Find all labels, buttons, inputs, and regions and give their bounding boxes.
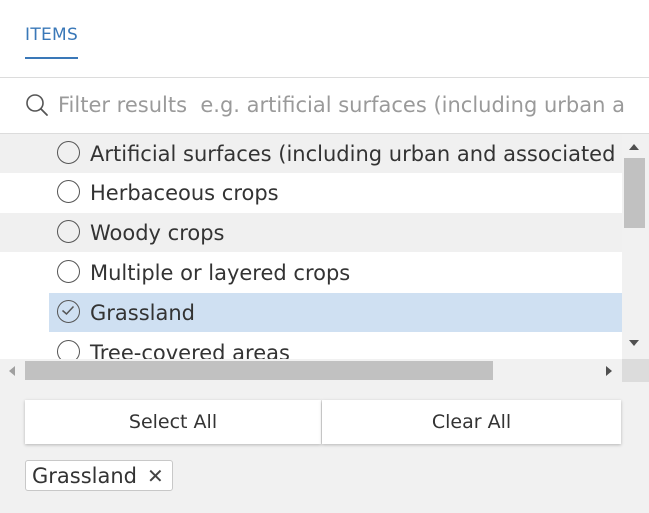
list-item[interactable]: Herbaceous crops: [0, 173, 622, 212]
list-item[interactable]: Woody crops: [0, 213, 622, 252]
item-list[interactable]: Artificial surfaces (including urban and…: [0, 134, 622, 359]
close-icon[interactable]: ✕: [147, 462, 164, 490]
list-item[interactable]: Artificial surfaces (including urban and…: [0, 134, 622, 173]
list-item[interactable]: Multiple or layered crops: [0, 253, 622, 292]
radio-button[interactable]: [57, 220, 80, 243]
list-item[interactable]: Tree-covered areas: [0, 333, 622, 359]
chip-label: Grassland: [32, 463, 137, 488]
vertical-scroll-thumb[interactable]: [624, 158, 645, 228]
list-item-selected[interactable]: Grassland: [0, 293, 622, 332]
search-input[interactable]: [58, 88, 638, 122]
tab-bar: ITEMS: [0, 0, 649, 78]
tab-items[interactable]: ITEMS: [25, 25, 79, 59]
list-item-label: Tree-covered areas: [90, 341, 290, 359]
item-list-container: Artificial surfaces (including urban and…: [0, 134, 649, 382]
scroll-up-arrow-icon[interactable]: [629, 144, 639, 150]
scroll-down-arrow-icon[interactable]: [629, 340, 639, 346]
list-item-label: Multiple or layered crops: [90, 261, 351, 285]
radio-button[interactable]: [57, 180, 80, 203]
scroll-left-arrow-icon[interactable]: [9, 366, 15, 376]
horizontal-scrollbar[interactable]: [0, 359, 622, 382]
clear-all-button[interactable]: Clear All: [322, 400, 621, 444]
vertical-scrollbar[interactable]: [622, 134, 649, 359]
scrollbar-corner: [622, 359, 649, 382]
list-item-label: Grassland: [90, 301, 195, 325]
list-item-label: Herbaceous crops: [90, 181, 279, 205]
radio-button-checked[interactable]: [57, 300, 80, 323]
select-all-button[interactable]: Select All: [25, 400, 321, 444]
selected-chip: Grassland ✕: [25, 460, 173, 491]
check-icon: [62, 305, 75, 316]
list-item-label: Woody crops: [90, 221, 225, 245]
search-bar: [0, 78, 649, 134]
horizontal-scroll-thumb[interactable]: [25, 361, 493, 380]
scroll-right-arrow-icon[interactable]: [606, 366, 612, 376]
search-icon: [26, 94, 48, 116]
list-item-label: Artificial surfaces (including urban and…: [90, 142, 622, 166]
footer-panel: Select All Clear All Grassland ✕: [0, 382, 649, 513]
radio-button[interactable]: [57, 141, 80, 164]
radio-button[interactable]: [57, 340, 80, 359]
radio-button[interactable]: [57, 260, 80, 283]
